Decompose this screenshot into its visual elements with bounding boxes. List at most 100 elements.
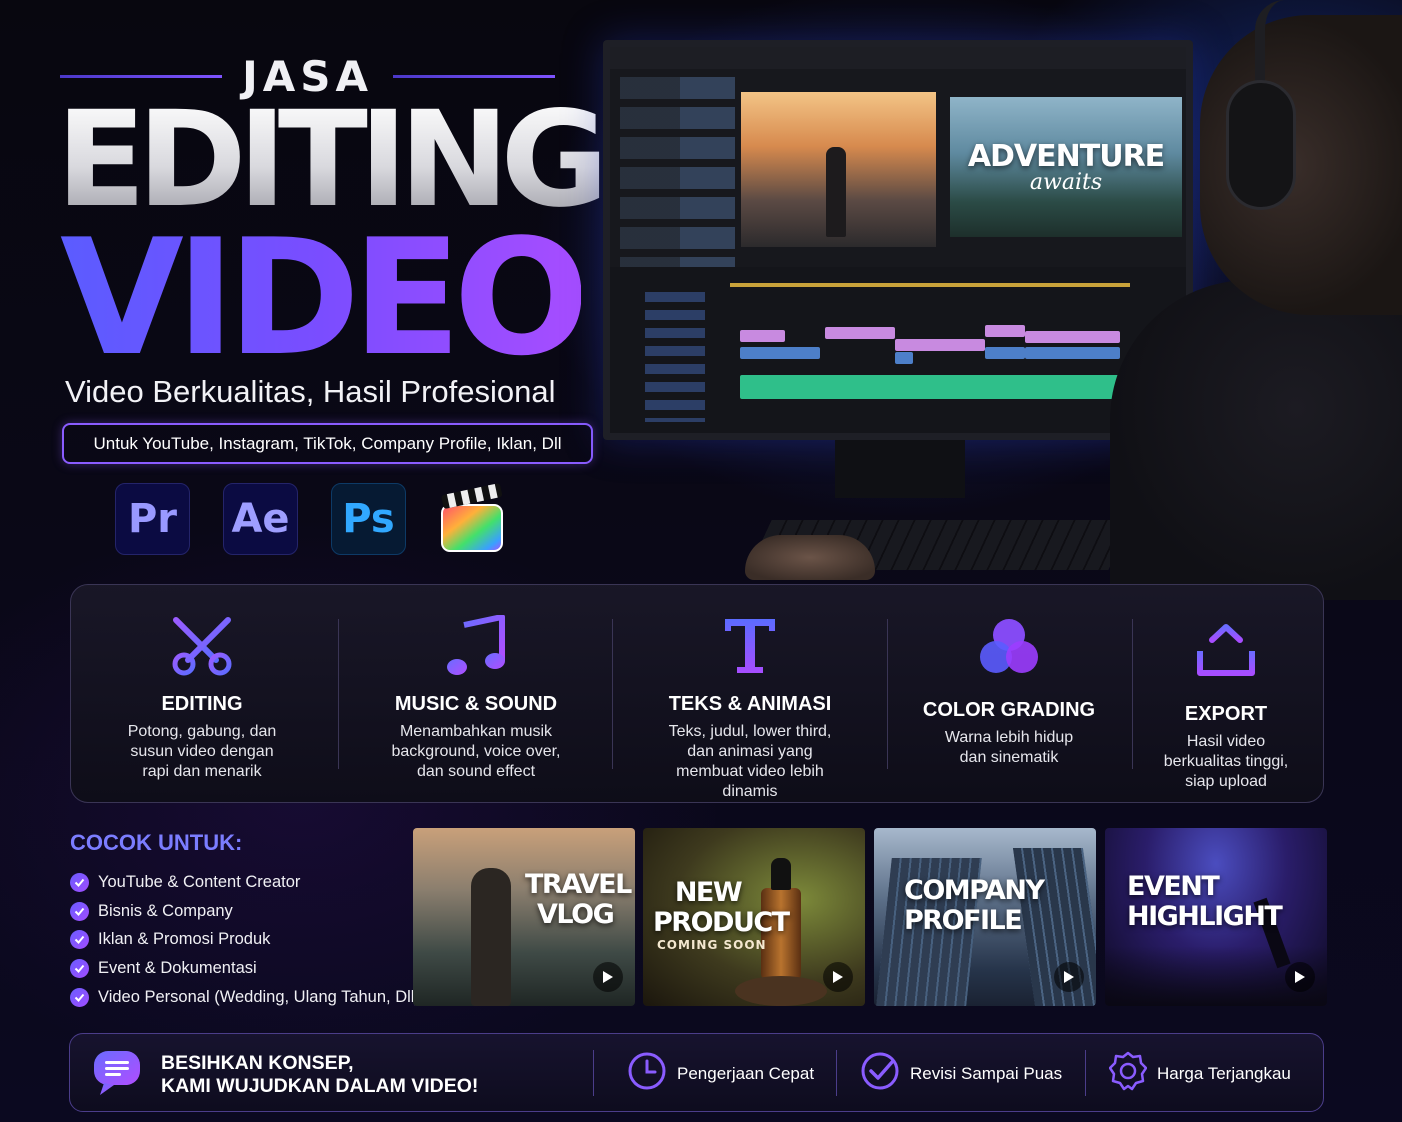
services-panel: EDITING Potong, gabung, dan susun video … (70, 584, 1324, 803)
play-icon[interactable] (593, 962, 623, 992)
service-title: TEKS & ANIMASI (668, 693, 832, 715)
list-item-label: Bisnis & Company (98, 901, 233, 920)
footer-cta-line: BESIHKAN KONSEP, (161, 1052, 354, 1074)
photoshop-icon: Ps (331, 483, 406, 555)
service-desc: Warna lebih hidup dan sinematik (945, 728, 1073, 768)
thumbnail-title-line: EVENT (1127, 871, 1220, 902)
source-monitor (741, 92, 936, 247)
play-icon[interactable] (823, 962, 853, 992)
hero-tagline: Video Berkualitas, Hasil Profesional (65, 374, 556, 409)
service-desc-line: dinamis (722, 783, 778, 800)
service-title: EXPORT (1184, 703, 1268, 725)
platforms-badge: Untuk YouTube, Instagram, TikTok, Compan… (62, 423, 593, 464)
service-desc-line: susun video dengan (130, 743, 274, 760)
feature-label: Revisi Sampai Puas (910, 1063, 1063, 1083)
bottle-dropper (771, 858, 791, 890)
service-divider (887, 619, 888, 769)
wood-stand (735, 976, 827, 1006)
timeline-clip (895, 352, 913, 364)
service-desc-line: Warna lebih hidup (944, 729, 1074, 746)
person-body (1110, 280, 1402, 600)
feature-revisions: Revisi Sampai Puas (860, 1034, 1062, 1113)
service-desc-line: background, voice over, (391, 743, 561, 760)
upload-icon (1196, 611, 1256, 691)
check-icon (70, 988, 89, 1008)
service-title: EDITING (161, 693, 243, 715)
timeline-clip (985, 347, 1025, 359)
thumbnail-event-highlight[interactable]: EVENT HIGHLIGHT (1105, 828, 1327, 1006)
list-item-label: Iklan & Promosi Produk (98, 930, 271, 949)
service-teks: TEKS & ANIMASI Teks, judul, lower third,… (639, 585, 861, 804)
footer-bar: BESIHKAN KONSEP, KAMI WUJUDKAN DALAM VID… (69, 1033, 1324, 1112)
check-icon (70, 930, 89, 950)
thumbnail-title: TRAVEL VLOG (525, 870, 632, 930)
footer-cta: BESIHKAN KONSEP, KAMI WUJUDKAN DALAM VID… (161, 1052, 478, 1098)
list-item-label: YouTube & Content Creator (98, 872, 301, 891)
thumbnail-title-line: PROFILE (904, 905, 1023, 936)
timeline-clip (1025, 331, 1120, 343)
service-desc-line: dan animasi yang (687, 743, 813, 760)
editor-screen: ADVENTURE awaits (610, 47, 1186, 433)
program-monitor: ADVENTURE awaits (950, 97, 1182, 237)
play-icon[interactable] (1285, 962, 1315, 992)
timeline-clip (985, 325, 1025, 337)
cocok-title: COCOK UNTUK: (70, 830, 243, 855)
editor-menubar (610, 47, 1186, 69)
app-icons: Pr Ae Ps (115, 483, 505, 555)
footer-divider (593, 1050, 594, 1096)
list-item: Event & Dokumentasi (70, 954, 420, 983)
list-item: YouTube & Content Creator (70, 868, 420, 897)
badge-icon (1108, 1051, 1148, 1096)
list-item-label: Video Personal (Wedding, Ulang Tahun, Dl… (98, 988, 420, 1007)
hero-line-right (392, 74, 556, 78)
timeline-clip (895, 339, 985, 351)
media-bin-thumbs (680, 77, 735, 297)
check-icon (70, 872, 89, 892)
service-desc-line: Hasil video (1186, 733, 1266, 750)
scissors-icon (170, 611, 234, 681)
hand (745, 535, 875, 580)
audio-track-clip (740, 375, 1125, 399)
service-desc-line: Potong, gabung, dan (127, 723, 277, 740)
footer-cta-line: KAMI WUJUDKAN DALAM VIDEO! (161, 1075, 479, 1097)
thumbnail-title: EVENT HIGHLIGHT (1127, 871, 1283, 932)
thumbnail-title: COMPANY PROFILE (904, 876, 1045, 936)
color-circles-icon (977, 607, 1041, 687)
service-desc-line: dan sinematik (959, 749, 1059, 766)
check-icon (70, 901, 89, 921)
thumbnail-title-line: VLOG (537, 899, 615, 930)
headphone-icon (1226, 80, 1296, 210)
feature-label: Pengerjaan Cepat (677, 1063, 815, 1083)
cocok-list: YouTube & Content Creator Bisnis & Compa… (70, 868, 420, 1012)
check-icon (70, 959, 89, 979)
thumbnail-travel-vlog[interactable]: TRAVEL VLOG (413, 828, 635, 1006)
timeline-clip (740, 347, 820, 359)
service-desc-line: Menambahkan musik (399, 723, 553, 740)
service-desc-line: berkualitas tinggi, (1163, 753, 1289, 770)
list-item: Bisnis & Company (70, 897, 420, 926)
thumbnail-title-line: PRODUCT (653, 907, 790, 938)
service-desc: Teks, judul, lower third, dan animasi ya… (669, 722, 832, 802)
thumbnail-title-line: HIGHLIGHT (1127, 901, 1283, 932)
editing-monitor: ADVENTURE awaits (603, 40, 1193, 440)
service-desc-line: membuat video lebih (676, 763, 824, 780)
play-icon[interactable] (1054, 962, 1084, 992)
program-subtitle: awaits (1029, 170, 1103, 195)
service-desc-line: dan sound effect (416, 763, 536, 780)
monitor-stand (835, 440, 965, 498)
thumbnail-new-product[interactable]: NEW PRODUCT COMING SOON (643, 828, 865, 1006)
service-desc: Menambahkan musik background, voice over… (392, 722, 561, 782)
service-desc-line: siap upload (1185, 773, 1267, 790)
timeline-ruler (730, 283, 1130, 287)
program-title: ADVENTURE (967, 139, 1165, 174)
service-title: MUSIC & SOUND (394, 693, 558, 715)
thumbnail-title-line: NEW (674, 877, 743, 908)
after-effects-icon: Ae (223, 483, 298, 555)
thumbnail-company-profile[interactable]: COMPANY PROFILE (874, 828, 1096, 1006)
timeline-clip (825, 327, 895, 339)
service-desc: Hasil video berkualitas tinggi, siap upl… (1164, 732, 1289, 792)
service-title: COLOR GRADING (922, 699, 1096, 721)
list-item: Iklan & Promosi Produk (70, 926, 420, 955)
clock-icon (627, 1051, 667, 1096)
timeline-clip (1025, 347, 1120, 359)
